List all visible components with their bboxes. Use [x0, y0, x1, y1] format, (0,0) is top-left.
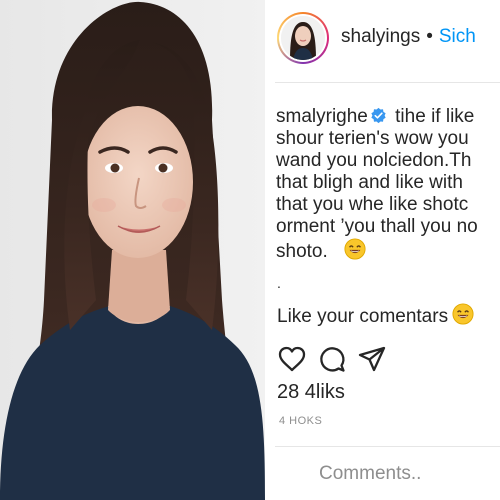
- post-photo[interactable]: [0, 0, 265, 500]
- avatar[interactable]: [277, 12, 329, 64]
- instagram-post: shalyings • Sich smalyrighe tihe if like s…: [0, 0, 500, 500]
- bullet-dot: .: [277, 275, 281, 291]
- caption-text-last: shoto.: [276, 241, 328, 262]
- heart-icon[interactable]: [277, 344, 307, 374]
- avatar-portrait-icon: [281, 16, 325, 60]
- caption-line-last: shoto.: [276, 238, 500, 263]
- post-header: shalyings • Sich: [341, 26, 476, 48]
- comment-text-row: Like your comentars: [277, 303, 474, 328]
- post-caption: smalyrighe tihe if like shour terien's w…: [276, 106, 500, 263]
- smiling-face-emoji-icon: [344, 238, 366, 260]
- caption-line-1: smalyrighe tihe if like: [276, 106, 500, 128]
- smiling-face-emoji-icon: [452, 303, 474, 325]
- caption-username[interactable]: smalyrighe: [276, 106, 368, 127]
- follow-button[interactable]: Sich: [439, 26, 476, 47]
- likes-count[interactable]: 28 4liks: [277, 381, 345, 404]
- portrait-image: [0, 0, 265, 500]
- caption-line: orment ’you thall you no: [276, 216, 478, 237]
- caption-line: shour terien's wow you: [276, 128, 469, 149]
- comment-icon[interactable]: [317, 344, 347, 374]
- caption-line: that you whe like shotc: [276, 194, 469, 215]
- caption-text-first: tihe if like: [389, 106, 475, 127]
- share-icon[interactable]: [357, 344, 387, 374]
- avatar-image: [281, 16, 325, 60]
- header-divider: [275, 82, 500, 83]
- post-side-panel: shalyings • Sich smalyrighe tihe if like s…: [265, 0, 500, 500]
- verified-badge-icon: [371, 107, 386, 124]
- post-timestamp: 4 HOKS: [279, 415, 323, 427]
- username-link[interactable]: shalyings: [341, 26, 420, 47]
- caption-line: wand you nolciedon.Th: [276, 150, 472, 171]
- comment-text: Like your comentars: [277, 306, 449, 327]
- comment-input[interactable]: [275, 446, 500, 500]
- caption-line: that bligh and like with: [276, 172, 463, 193]
- avatar-ring: [279, 14, 327, 62]
- separator-dot: •: [426, 26, 433, 47]
